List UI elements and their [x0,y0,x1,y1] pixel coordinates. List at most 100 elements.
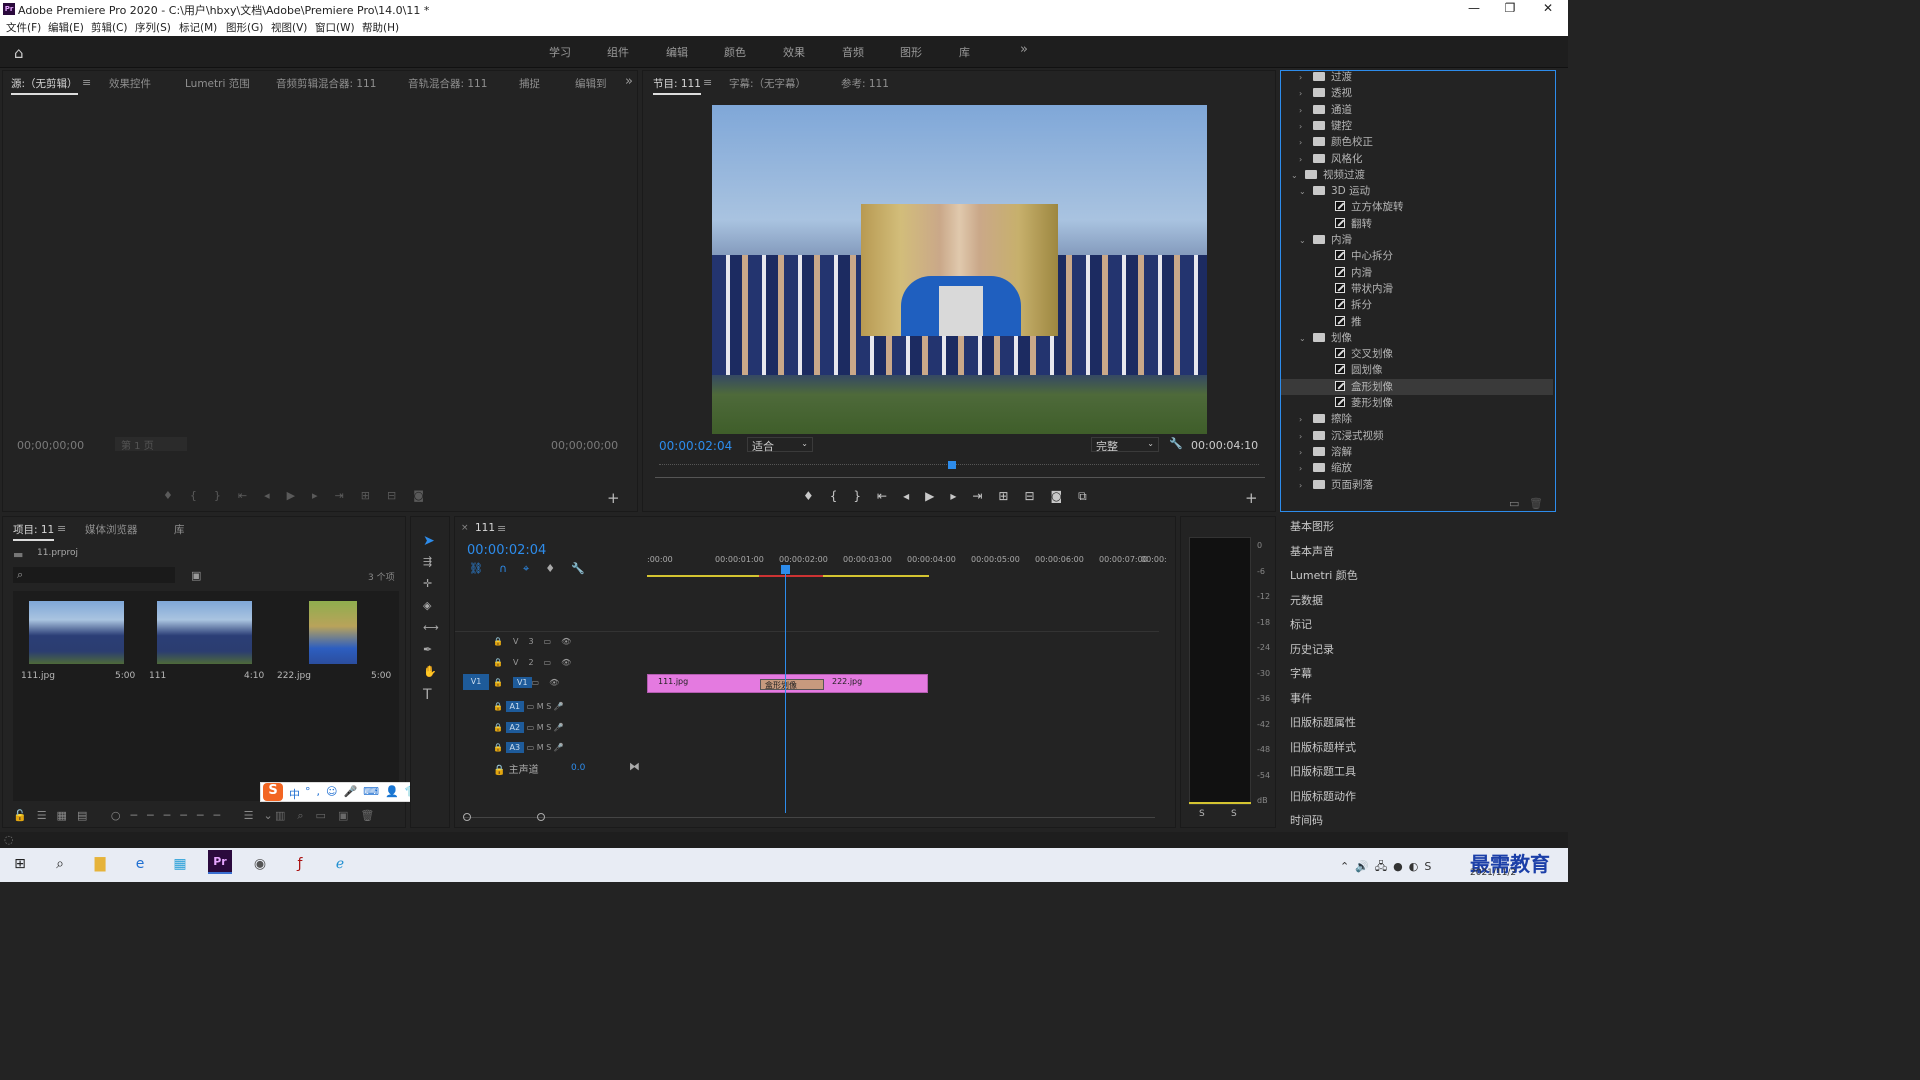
track-a3-controls[interactable]: 🔒 A3 ▭ M S 🎤 [493,742,564,753]
app-icon[interactable]: ▦ [168,852,192,876]
slip-icon[interactable]: ⟷ [423,621,439,634]
panel-legacy-title-tools[interactable]: 旧版标题工具 [1290,763,1356,779]
panel-legacy-title-actions[interactable]: 旧版标题动作 [1290,788,1356,804]
track-v3-controls[interactable]: 🔒V3▭👁 [493,637,581,646]
ripple-edit-icon[interactable]: ✛ [423,577,432,590]
workspace-effects[interactable]: 效果 [783,44,805,60]
chevron-icon[interactable]: › [1299,122,1313,131]
tab-reference[interactable]: 参考: 111 [841,76,889,91]
effect-folder[interactable]: › 溶解 [1281,444,1553,460]
program-transport-controls[interactable]: ♦{}⇤◂▶▸⇥⊞⊟◙⧉ [803,489,1103,504]
menu-help[interactable]: 帮助(H) [362,20,399,35]
workspace-libraries[interactable]: 库 [959,44,970,60]
master-volume[interactable]: 0.0 [571,763,585,773]
effect-item[interactable]: 盒形划像 [1281,378,1553,395]
menu-marker[interactable]: 标记(M) [179,20,217,35]
panel-menu-icon[interactable]: ≡ [82,76,91,89]
transition-box-wipe[interactable]: 盒形划像 [760,679,824,690]
windows-start-icon[interactable]: ⊞ [8,852,32,876]
panel-menu-icon[interactable]: ≡ [703,76,712,89]
chevron-icon[interactable]: › [1299,89,1313,98]
effect-folder[interactable]: › 过渡 [1281,69,1553,85]
timeline-tool-icons[interactable]: ⛓∩⌖♦🔧 [469,562,601,576]
solo-right[interactable]: S [1231,809,1237,819]
panel-essential-sound[interactable]: 基本声音 [1290,543,1334,559]
ime-toolbar[interactable]: S 中 °,☺🎤⌨👤👕▦ [260,782,435,802]
chevron-icon[interactable]: ⌄ [1299,334,1313,343]
effect-item[interactable]: 内滑 [1281,265,1553,281]
tab-capture[interactable]: 捕捉 [519,76,540,91]
tab-captions[interactable]: 字幕:（无字幕） [729,76,806,91]
chevron-icon[interactable]: › [1299,448,1313,457]
workspace-learn[interactable]: 学习 [549,44,571,60]
effect-item[interactable]: 中心拆分 [1281,248,1553,264]
menu-clip[interactable]: 剪辑(C) [91,20,128,35]
panel-metadata[interactable]: 元数据 [1290,592,1323,608]
project-bottom-toolbar[interactable]: 🔓☰▦▤ ○────── ☰⌄ [13,809,283,822]
effect-item[interactable]: 翻转 [1281,216,1553,232]
effect-folder[interactable]: › 页面剥落 [1281,477,1553,493]
workspace-color[interactable]: 颜色 [724,44,746,60]
chevron-icon[interactable]: ⌄ [1299,187,1313,196]
solo-button[interactable]: S [546,702,551,711]
page-select[interactable]: 第 1 页 [115,437,187,452]
chevron-icon[interactable]: › [1299,138,1313,147]
panel-events[interactable]: 事件 [1290,690,1312,706]
close-sequence-icon[interactable]: × [461,523,469,533]
timeline-timecode[interactable]: 00:00:02:04 [467,543,546,558]
chevron-icon[interactable]: ⌄ [1299,236,1313,245]
solo-left[interactable]: S [1199,809,1205,819]
panel-timecode[interactable]: 时间码 [1290,812,1323,828]
new-bin-icon[interactable]: ▭ [1509,497,1519,510]
effect-folder[interactable]: ⌄ 3D 运动 [1281,183,1553,199]
sogou-icon[interactable]: S [263,783,283,801]
search-icon[interactable]: ⌕ [48,852,72,876]
effect-folder[interactable]: › 键控 [1281,118,1553,134]
source-patch-v1[interactable]: V1 [463,674,489,690]
scroll-handle-right[interactable] [537,813,545,821]
source-transport-controls[interactable]: ♦{}⇤◂▶▸⇥⊞⊟◙ [163,489,441,502]
master-meter-icon[interactable]: ⧓ [629,760,640,773]
panel-captions[interactable]: 字幕 [1290,665,1312,681]
quality-select[interactable]: 完整 ⌄ [1091,437,1159,453]
effect-item[interactable]: 立方体旋转 [1281,199,1553,215]
effect-item[interactable]: 交叉划像 [1281,346,1553,362]
add-button-icon[interactable]: + [1245,489,1258,507]
add-button-icon[interactable]: + [607,489,620,507]
solo-button[interactable]: S [546,723,551,732]
track-v2-controls[interactable]: 🔒V2▭👁 [493,658,581,667]
tab-sequence[interactable]: 111 [475,522,495,536]
panel-menu-icon[interactable]: ≡ [57,522,66,535]
chevron-icon[interactable]: › [1299,481,1313,490]
effect-item[interactable]: 拆分 [1281,297,1553,313]
effect-folder[interactable]: › 缩放 [1281,460,1553,476]
master-track[interactable]: 🔒 主声道 [493,761,539,776]
program-ruler[interactable] [659,464,1259,472]
delete-icon[interactable]: 🗑 [1529,497,1543,510]
solo-button[interactable]: S [546,743,551,752]
effect-folder[interactable]: › 风格化 [1281,151,1553,167]
chevron-icon[interactable]: ⌄ [1291,171,1305,180]
effect-folder[interactable]: ⌄ 视频过渡 [1281,167,1553,183]
playhead-handle[interactable] [781,565,790,574]
chevron-icon[interactable]: › [1299,155,1313,164]
wrench-icon[interactable]: 🔧 [1169,437,1183,450]
more-tabs-icon[interactable]: » [625,74,633,89]
pen-icon[interactable]: ✒ [423,643,432,656]
selection-tool-icon[interactable]: ➤ [423,533,435,549]
chevron-icon[interactable]: › [1299,432,1313,441]
effect-folder[interactable]: › 通道 [1281,102,1553,118]
tab-library[interactable]: 库 [174,522,185,537]
panel-lumetri-color[interactable]: Lumetri 颜色 [1290,567,1358,583]
menu-sequence[interactable]: 序列(S) [135,20,171,35]
mute-button[interactable]: M [537,743,544,752]
workspace-assembly[interactable]: 组件 [607,44,629,60]
project-search-input[interactable]: ⌕ [13,567,175,583]
chevron-icon[interactable]: › [1299,464,1313,473]
program-timecode[interactable]: 00:00:02:04 [659,439,732,453]
more-workspaces-icon[interactable]: » [1020,42,1028,57]
home-icon[interactable]: ⌂ [14,44,24,62]
tab-lumetri-scopes[interactable]: Lumetri 范围 [185,76,250,91]
workspace-editing[interactable]: 编辑 [666,44,688,60]
scroll-handle-left[interactable] [463,813,471,821]
